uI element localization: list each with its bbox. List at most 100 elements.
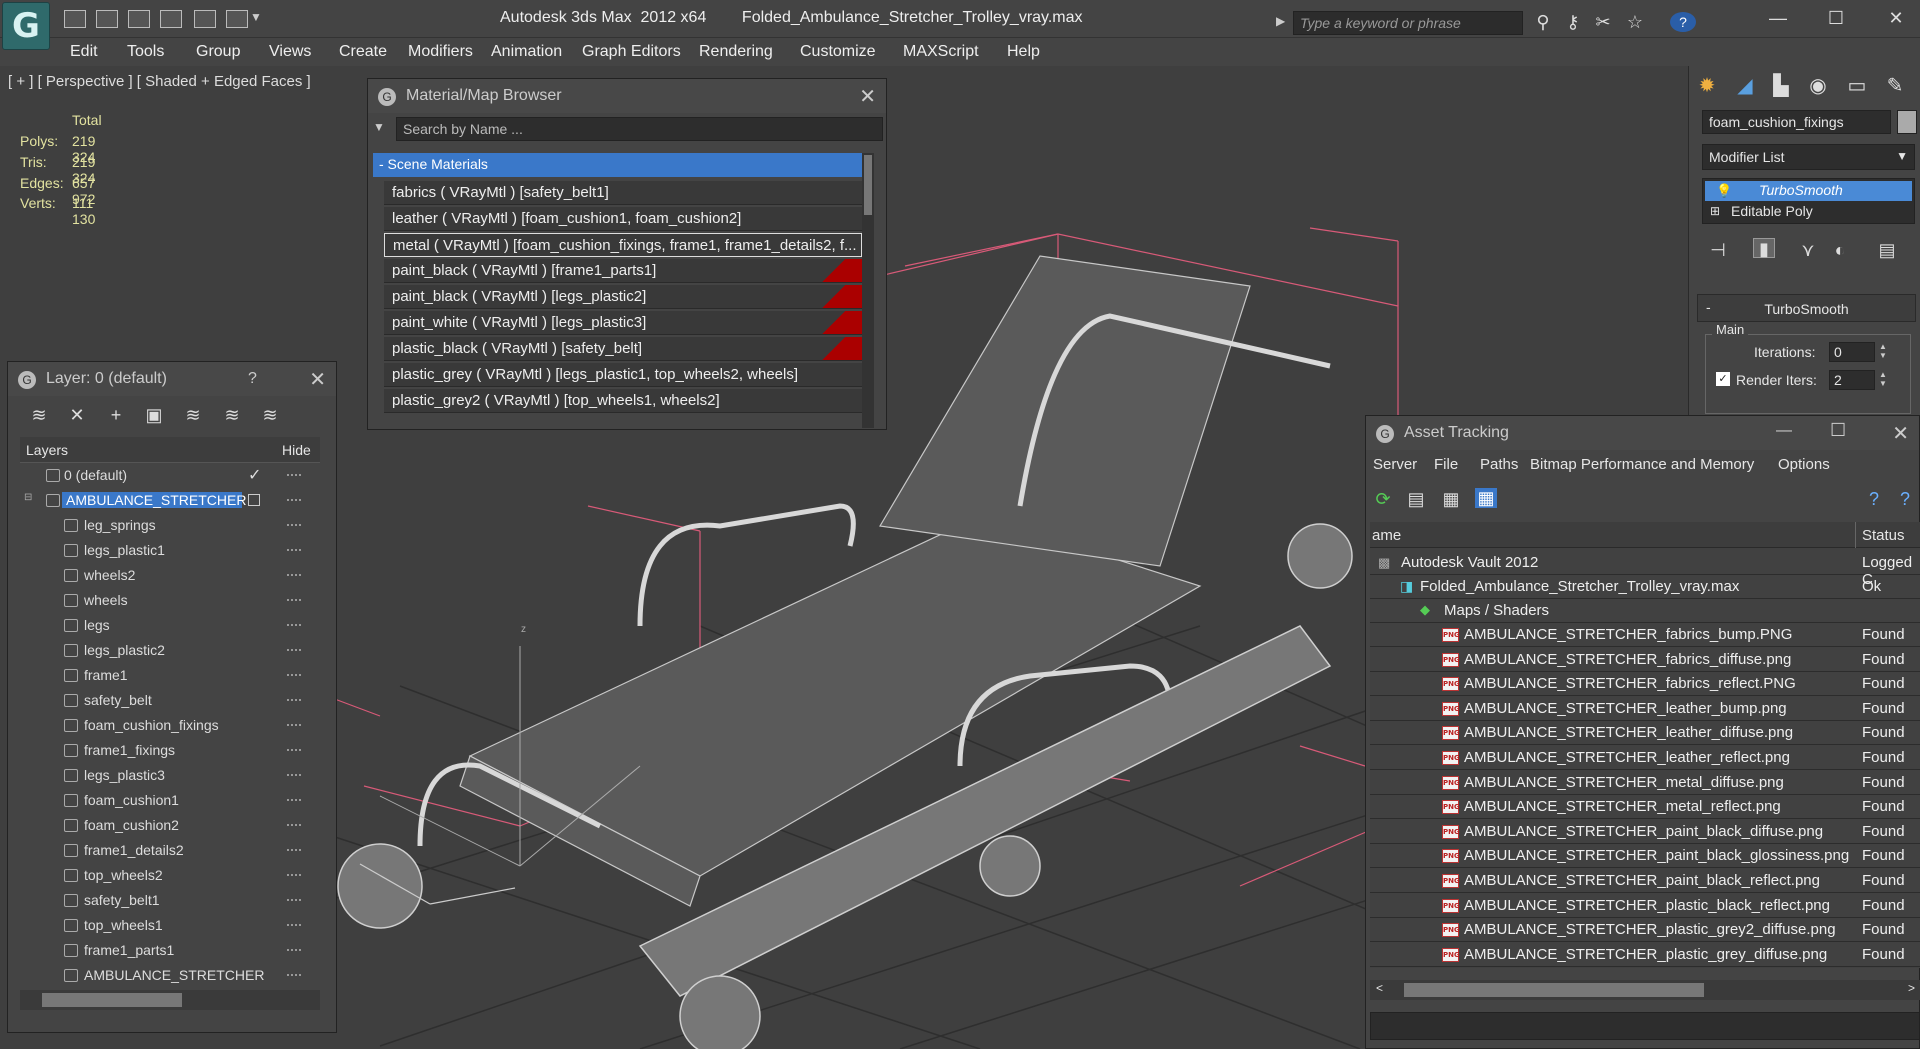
asset-minimize-button[interactable]: — bbox=[1776, 422, 1792, 440]
list-view-icon[interactable]: ▤ bbox=[1405, 489, 1427, 509]
search-expand-icon[interactable]: ▶ bbox=[1276, 14, 1285, 28]
hide-toggle[interactable] bbox=[287, 749, 301, 751]
asset-menu-bitmap-performance[interactable]: Bitmap Performance and Memory bbox=[1530, 456, 1754, 473]
hide-toggle[interactable] bbox=[287, 924, 301, 926]
key-icon[interactable]: ⚷ bbox=[1562, 12, 1584, 32]
fetch-icon[interactable] bbox=[226, 10, 248, 28]
render-iters-spinner-arrows-icon[interactable]: ▲ ▼ bbox=[1879, 370, 1887, 388]
asset-path-field[interactable] bbox=[1370, 1012, 1920, 1040]
set-current-layer-icon[interactable] bbox=[248, 494, 260, 506]
display-tab-icon[interactable]: ▭ bbox=[1843, 72, 1871, 100]
hide-toggle[interactable] bbox=[287, 849, 301, 851]
layer-object-row[interactable]: wheels2 bbox=[20, 563, 320, 587]
hide-toggle[interactable] bbox=[287, 649, 301, 651]
menu-rendering[interactable]: Rendering bbox=[699, 43, 773, 61]
layer-object-row[interactable]: top_wheels2 bbox=[20, 863, 320, 887]
layer-object-row[interactable]: frame1_fixings bbox=[20, 738, 320, 762]
create-tab-icon[interactable]: ✹ bbox=[1693, 72, 1721, 100]
hide-toggle[interactable] bbox=[287, 824, 301, 826]
menu-tools[interactable]: Tools bbox=[127, 43, 164, 61]
asset-map-row[interactable]: PNG AMBULANCE_STRETCHER_fabrics_bump.PNG F… bbox=[1370, 623, 1920, 647]
object-color-swatch[interactable] bbox=[1897, 110, 1917, 134]
hide-toggle[interactable] bbox=[287, 524, 301, 526]
material-browser-close-button[interactable]: ✕ bbox=[859, 84, 876, 109]
motion-tab-icon[interactable]: ◉ bbox=[1804, 72, 1832, 100]
save-file-icon[interactable] bbox=[96, 10, 118, 28]
maximize-window-button[interactable]: ☐ bbox=[1816, 4, 1856, 32]
lightbulb-icon[interactable]: 💡 bbox=[1716, 183, 1732, 199]
remove-modifier-icon[interactable]: ◐ bbox=[1829, 240, 1851, 260]
layer-object-row[interactable]: wheels bbox=[20, 588, 320, 612]
scroll-left-icon[interactable]: < bbox=[1376, 981, 1383, 995]
configure-modifier-sets-icon[interactable]: ▤ bbox=[1876, 240, 1898, 260]
layer-object-row[interactable]: legs_plastic2 bbox=[20, 638, 320, 662]
layer-help-button[interactable]: ? bbox=[248, 370, 257, 388]
hide-toggle[interactable] bbox=[287, 899, 301, 901]
layer-object-row[interactable]: foam_cushion1 bbox=[20, 788, 320, 812]
stack-item-turbosmooth[interactable]: TurboSmooth bbox=[1705, 181, 1912, 201]
redo-icon[interactable] bbox=[160, 10, 182, 28]
menu-help[interactable]: Help bbox=[1007, 43, 1040, 61]
hide-toggle[interactable] bbox=[287, 774, 301, 776]
menu-views[interactable]: Views bbox=[269, 43, 311, 61]
menu-animation[interactable]: Animation bbox=[491, 43, 562, 61]
layer-row-ambulance-stretcher[interactable]: ⊟ AMBULANCE_STRETCHER bbox=[20, 488, 320, 512]
menu-customize[interactable]: Customize bbox=[800, 43, 876, 61]
col-status[interactable]: Status bbox=[1862, 527, 1905, 544]
show-end-result-icon[interactable]: ▮ bbox=[1753, 238, 1775, 259]
thumbnail-view-icon[interactable]: ▦ bbox=[1440, 489, 1462, 509]
material-item-selected[interactable]: metal ( VRayMtl ) [foam_cushion_fixings,… bbox=[384, 233, 862, 257]
hide-toggle[interactable] bbox=[287, 724, 301, 726]
material-list-scrollbar[interactable] bbox=[862, 153, 874, 428]
asset-map-row[interactable]: PNG AMBULANCE_STRETCHER_leather_bump.png F… bbox=[1370, 697, 1920, 721]
minimize-window-button[interactable]: — bbox=[1758, 4, 1798, 32]
viewport-label[interactable]: [ + ] [ Perspective ] [ Shaded + Edged F… bbox=[8, 73, 311, 90]
favorites-star-icon[interactable]: ☆ bbox=[1624, 12, 1646, 32]
help-search-input[interactable]: Type a keyword or phrase bbox=[1293, 11, 1523, 35]
iterations-spinner-arrows-icon[interactable]: ▲ ▼ bbox=[1879, 342, 1887, 360]
layer-object-row[interactable]: safety_belt1 bbox=[20, 888, 320, 912]
subscription-icon[interactable]: ✂ bbox=[1592, 12, 1614, 32]
hide-toggle[interactable] bbox=[287, 674, 301, 676]
asset-map-row[interactable]: PNG AMBULANCE_STRETCHER_fabrics_diffuse.p… bbox=[1370, 648, 1920, 672]
table-view-icon[interactable]: ▦ bbox=[1475, 488, 1497, 508]
turbosmooth-rollout-header[interactable]: - TurboSmooth bbox=[1697, 294, 1916, 322]
layer-row-default[interactable]: 0 (default) ✓ bbox=[20, 463, 320, 487]
asset-map-row[interactable]: PNG AMBULANCE_STRETCHER_leather_diffuse.p… bbox=[1370, 721, 1920, 746]
rollout-collapse-icon[interactable]: - bbox=[1706, 299, 1711, 315]
menu-edit[interactable]: Edit bbox=[70, 43, 98, 61]
utilities-tab-icon[interactable]: ✎ bbox=[1881, 72, 1909, 100]
hide-toggle[interactable] bbox=[287, 799, 301, 801]
asset-map-row[interactable]: PNG AMBULANCE_STRETCHER_plastic_black_ref… bbox=[1370, 894, 1920, 918]
asset-map-row[interactable]: PNG AMBULANCE_STRETCHER_leather_reflect.p… bbox=[1370, 746, 1920, 770]
layer-object-row[interactable]: foam_cushion2 bbox=[20, 813, 320, 837]
binoculars-icon[interactable]: ⚲ bbox=[1532, 12, 1554, 32]
delete-layer-icon[interactable]: ✕ bbox=[66, 405, 88, 425]
hold-icon[interactable] bbox=[194, 10, 216, 28]
layer-object-row[interactable]: foam_cushion_fixings bbox=[20, 713, 320, 737]
menu-graph-editors[interactable]: Graph Editors bbox=[582, 43, 681, 61]
render-iters-spinner[interactable]: 2 bbox=[1829, 370, 1875, 390]
asset-menu-server[interactable]: Server bbox=[1373, 456, 1417, 473]
asset-map-row[interactable]: PNG AMBULANCE_STRETCHER_paint_black_diffu… bbox=[1370, 820, 1920, 844]
quick-access-dropdown-icon[interactable]: ▼ bbox=[250, 10, 262, 24]
modifier-list-dropdown[interactable]: Modifier List ▼ bbox=[1702, 144, 1915, 170]
hide-toggle[interactable] bbox=[287, 574, 301, 576]
hide-toggle[interactable] bbox=[287, 599, 301, 601]
hide-toggle[interactable] bbox=[287, 549, 301, 551]
asset-menu-paths[interactable]: Paths bbox=[1480, 456, 1518, 473]
menu-create[interactable]: Create bbox=[339, 43, 387, 61]
material-item[interactable]: plastic_black ( VRayMtl ) [safety_belt] bbox=[384, 337, 862, 361]
layer-object-row[interactable]: leg_springs bbox=[20, 513, 320, 537]
collapse-icon[interactable]: ⊟ bbox=[24, 492, 32, 503]
material-search-input[interactable]: Search by Name ... bbox=[396, 117, 883, 141]
expand-plus-icon[interactable]: ⊞ bbox=[1710, 204, 1720, 218]
material-item[interactable]: fabrics ( VRayMtl ) [safety_belt1] bbox=[384, 181, 862, 205]
hide-toggle[interactable] bbox=[287, 699, 301, 701]
hide-toggle[interactable] bbox=[287, 949, 301, 951]
col-hide[interactable]: Hide bbox=[282, 442, 311, 458]
app-logo-icon[interactable]: G bbox=[2, 2, 50, 50]
menu-modifiers[interactable]: Modifiers bbox=[408, 43, 473, 61]
render-iters-checkbox[interactable]: ✓ bbox=[1716, 372, 1730, 386]
menu-maxscript[interactable]: MAXScript bbox=[903, 43, 979, 61]
